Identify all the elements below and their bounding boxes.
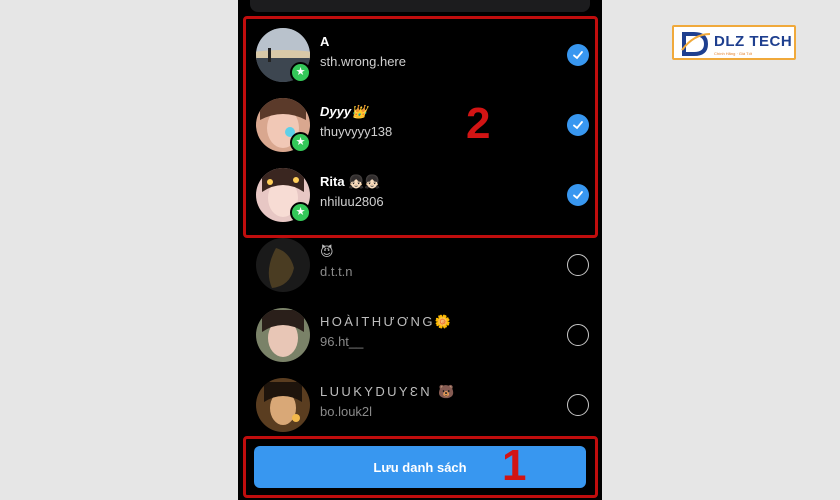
avatar — [256, 378, 310, 432]
dlz-tech-logo: DLZ TECH Chính Hãng · Giá Tốt — [672, 25, 796, 60]
contact-row[interactable]: HOÀITHƯƠNG🌼 96.ht__ — [238, 300, 602, 370]
avatar — [256, 238, 310, 292]
step-2-label: 2 — [466, 99, 491, 148]
logo-brand-text: DLZ TECH — [714, 33, 793, 50]
contact-row[interactable]: LUUKYDUYƐN 🐻 bo.louk2l — [238, 370, 602, 440]
contact-name: HOÀITHƯƠNG🌼 — [320, 314, 454, 329]
contact-name: 😈 — [320, 244, 334, 259]
contact-username: d.t.t.n — [320, 264, 353, 279]
search-field-edge[interactable] — [250, 0, 590, 12]
avatar — [256, 308, 310, 362]
empty-radio-icon[interactable] — [567, 394, 589, 416]
button-highlight-box — [243, 436, 598, 498]
logo-tagline: Chính Hãng · Giá Tốt — [714, 51, 752, 56]
step-1-label: 1 — [502, 441, 527, 490]
selection-highlight-box — [243, 16, 598, 238]
contact-name: LUUKYDUYƐN 🐻 — [320, 384, 457, 399]
empty-radio-icon[interactable] — [567, 324, 589, 346]
empty-radio-icon[interactable] — [567, 254, 589, 276]
contact-username: 96.ht__ — [320, 334, 364, 349]
contact-row[interactable]: 😈 d.t.t.n — [238, 230, 602, 300]
dlz-logo-icon — [681, 32, 711, 56]
contact-username: bo.louk2l — [320, 404, 373, 419]
